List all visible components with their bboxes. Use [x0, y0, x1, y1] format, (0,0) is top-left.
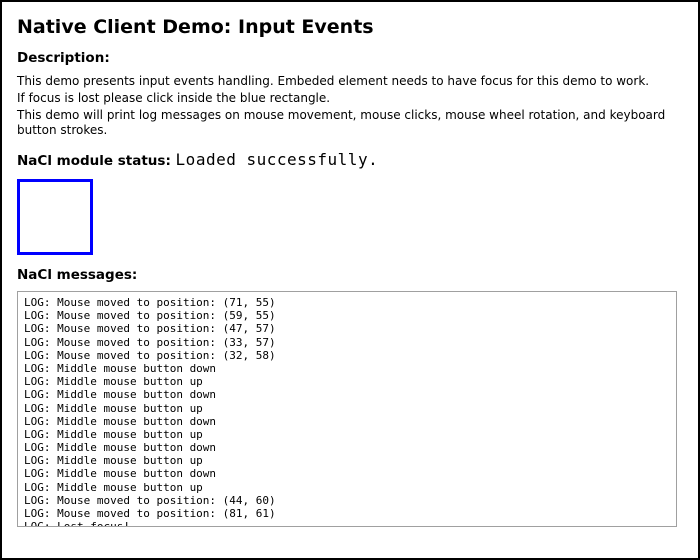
status-value: Loaded successfully.	[176, 150, 379, 169]
log-line: LOG: Middle mouse button up	[24, 375, 670, 388]
description-line: If focus is lost please click inside the…	[17, 91, 683, 106]
page-title: Native Client Demo: Input Events	[17, 16, 683, 38]
log-line: LOG: Mouse moved to position: (44, 60)	[24, 494, 670, 507]
nacl-embed-rectangle[interactable]	[17, 179, 93, 255]
log-line: LOG: Middle mouse button down	[24, 467, 670, 480]
log-line: LOG: Mouse moved to position: (33, 57)	[24, 336, 670, 349]
status-line: NaCl module status: Loaded successfully.	[17, 150, 683, 169]
description-line: This demo presents input events handling…	[17, 74, 683, 89]
demo-frame: Native Client Demo: Input Events Descrip…	[0, 0, 700, 560]
log-line: LOG: Middle mouse button down	[24, 415, 670, 428]
log-line: LOG: Middle mouse button up	[24, 454, 670, 467]
description-line: This demo will print log messages on mou…	[17, 108, 683, 138]
description-heading: Description:	[17, 50, 683, 66]
log-line: LOG: Mouse moved to position: (32, 58)	[24, 349, 670, 362]
log-line: LOG: Middle mouse button up	[24, 481, 670, 494]
messages-log-panel[interactable]: LOG: Mouse moved to position: (71, 55)LO…	[17, 291, 677, 527]
status-label: NaCl module status:	[17, 153, 176, 169]
log-line: LOG: Middle mouse button down	[24, 362, 670, 375]
messages-heading: NaCl messages:	[17, 267, 683, 283]
log-line: LOG: Mouse moved to position: (81, 61)	[24, 507, 670, 520]
log-line: LOG: Lost focus!	[24, 520, 670, 527]
log-line: LOG: Middle mouse button up	[24, 428, 670, 441]
log-line: LOG: Mouse moved to position: (59, 55)	[24, 309, 670, 322]
log-line: LOG: Middle mouse button down	[24, 388, 670, 401]
log-line: LOG: Middle mouse button down	[24, 441, 670, 454]
log-line: LOG: Mouse moved to position: (71, 55)	[24, 296, 670, 309]
log-line: LOG: Mouse moved to position: (47, 57)	[24, 322, 670, 335]
log-line: LOG: Middle mouse button up	[24, 402, 670, 415]
description-block: This demo presents input events handling…	[17, 74, 683, 138]
